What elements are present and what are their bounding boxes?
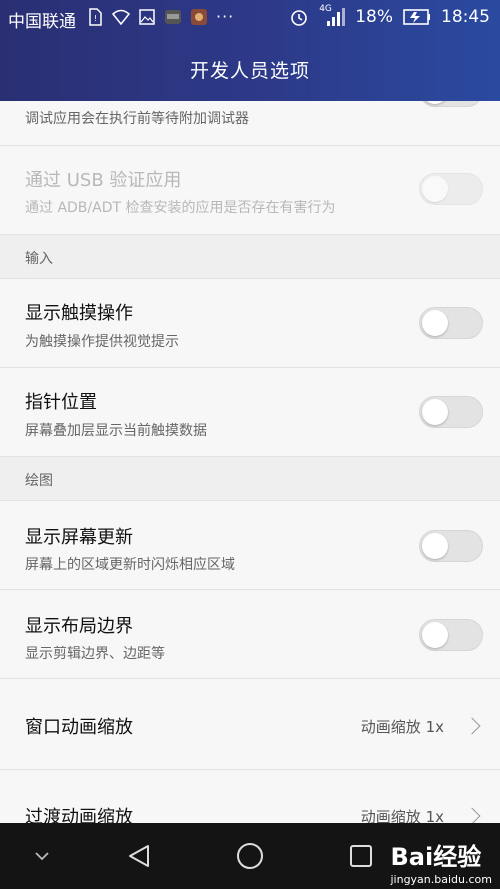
- window-animation-scale-row[interactable]: 窗口动画缩放 动画缩放 1x: [0, 679, 500, 770]
- row-subtitle: 显示剪辑边界、边距等: [25, 646, 165, 662]
- chevron-right-icon: [463, 717, 481, 735]
- show-layout-bounds-row[interactable]: 显示布局边界 显示剪辑边界、边距等: [0, 590, 500, 679]
- wifi-icon: [112, 9, 130, 25]
- chevron-down-icon: [35, 852, 49, 861]
- row-subtitle: 通过 ADB/ADT 检查安装的应用是否存在有害行为: [25, 200, 336, 216]
- app-notification-icon: [165, 9, 181, 24]
- wait-for-debugger-row[interactable]: 调试应用会在执行前等待附加调试器: [0, 101, 500, 146]
- row-title: 指针位置: [25, 392, 97, 413]
- section-title: 输入: [25, 251, 53, 267]
- row-title: 显示布局边界: [25, 616, 133, 637]
- battery-charging-icon: [403, 9, 430, 25]
- watermark-url: jingyan.baidu.com: [390, 873, 492, 886]
- show-layout-bounds-toggle[interactable]: [419, 619, 483, 651]
- row-title: 通过 USB 验证应用: [25, 170, 182, 191]
- settings-list[interactable]: 调试应用会在执行前等待附加调试器 通过 USB 验证应用 通过 ADB/ADT …: [0, 101, 500, 823]
- toggle-knob: [422, 101, 448, 104]
- page-title: 开发人员选项: [189, 60, 310, 82]
- sim-alert-icon: !: [89, 7, 102, 26]
- section-header-input: 输入: [0, 235, 500, 279]
- wait-for-debugger-toggle[interactable]: [419, 101, 483, 107]
- pointer-location-toggle[interactable]: [419, 396, 483, 428]
- app-header: 中国联通 ! ··· 4G 18% 18:45 开发人员选项: [0, 0, 500, 101]
- toggle-knob: [422, 622, 448, 648]
- more-notifications-icon: ···: [216, 7, 235, 26]
- row-value: 动画缩放 1x: [360, 718, 444, 736]
- row-subtitle: 屏幕上的区域更新时闪烁相应区域: [25, 557, 235, 573]
- image-icon: [139, 8, 155, 25]
- toggle-knob: [422, 310, 448, 336]
- hide-nav-button[interactable]: [20, 823, 64, 889]
- verify-usb-apps-toggle: [419, 173, 483, 205]
- battery-percent: 18%: [355, 7, 393, 27]
- recents-button[interactable]: [336, 823, 386, 889]
- notification-icons: ! ···: [86, 7, 234, 26]
- svg-text:!: !: [94, 14, 97, 23]
- toggle-knob: [422, 533, 448, 559]
- alarm-icon: [291, 10, 308, 26]
- clock: 18:45: [441, 7, 490, 27]
- show-touches-row[interactable]: 显示触摸操作 为触摸操作提供视觉提示: [0, 279, 500, 368]
- pointer-location-row[interactable]: 指针位置 屏幕叠加层显示当前触摸数据: [0, 368, 500, 457]
- row-subtitle: 为触摸操作提供视觉提示: [25, 334, 179, 350]
- navigation-bar: Bai经验 jingyan.baidu.com: [0, 823, 500, 889]
- row-value: 动画缩放 1x: [360, 808, 444, 823]
- transition-animation-scale-row[interactable]: 过渡动画缩放 动画缩放 1x: [0, 770, 500, 823]
- section-header-drawing: 绘图: [0, 457, 500, 501]
- status-bar: 中国联通 ! ··· 4G 18% 18:45: [0, 0, 500, 36]
- signal-icon: 4G: [319, 4, 346, 28]
- row-title: 显示屏幕更新: [25, 527, 133, 548]
- network-type-label: 4G: [319, 4, 332, 14]
- section-title: 绘图: [25, 473, 53, 489]
- row-title: 窗口动画缩放: [25, 717, 133, 738]
- back-triangle-icon: [129, 845, 149, 867]
- row-title: 显示触摸操作: [25, 303, 133, 324]
- system-status: 4G 18% 18:45: [289, 4, 490, 28]
- carrier-label: 中国联通: [8, 12, 76, 32]
- back-button[interactable]: [114, 823, 164, 889]
- row-title: 过渡动画缩放: [25, 807, 133, 823]
- row-subtitle: 调试应用会在执行前等待附加调试器: [25, 111, 249, 127]
- toggle-knob: [422, 176, 448, 202]
- row-subtitle: 屏幕叠加层显示当前触摸数据: [25, 423, 207, 439]
- verify-usb-apps-row: 通过 USB 验证应用 通过 ADB/ADT 检查安装的应用是否存在有害行为: [0, 146, 500, 235]
- show-touches-toggle[interactable]: [419, 307, 483, 339]
- chevron-right-icon: [463, 807, 481, 823]
- show-surface-updates-toggle[interactable]: [419, 530, 483, 562]
- watermark-brand: Bai经验: [390, 843, 482, 871]
- baidu-jingyan-watermark: Bai经验 jingyan.baidu.com: [390, 837, 492, 886]
- toggle-knob: [422, 399, 448, 425]
- home-circle-icon: [237, 843, 263, 869]
- game-notification-icon: [191, 8, 207, 25]
- recents-square-icon: [350, 845, 372, 867]
- show-surface-updates-row[interactable]: 显示屏幕更新 屏幕上的区域更新时闪烁相应区域: [0, 501, 500, 590]
- home-button[interactable]: [225, 823, 275, 889]
